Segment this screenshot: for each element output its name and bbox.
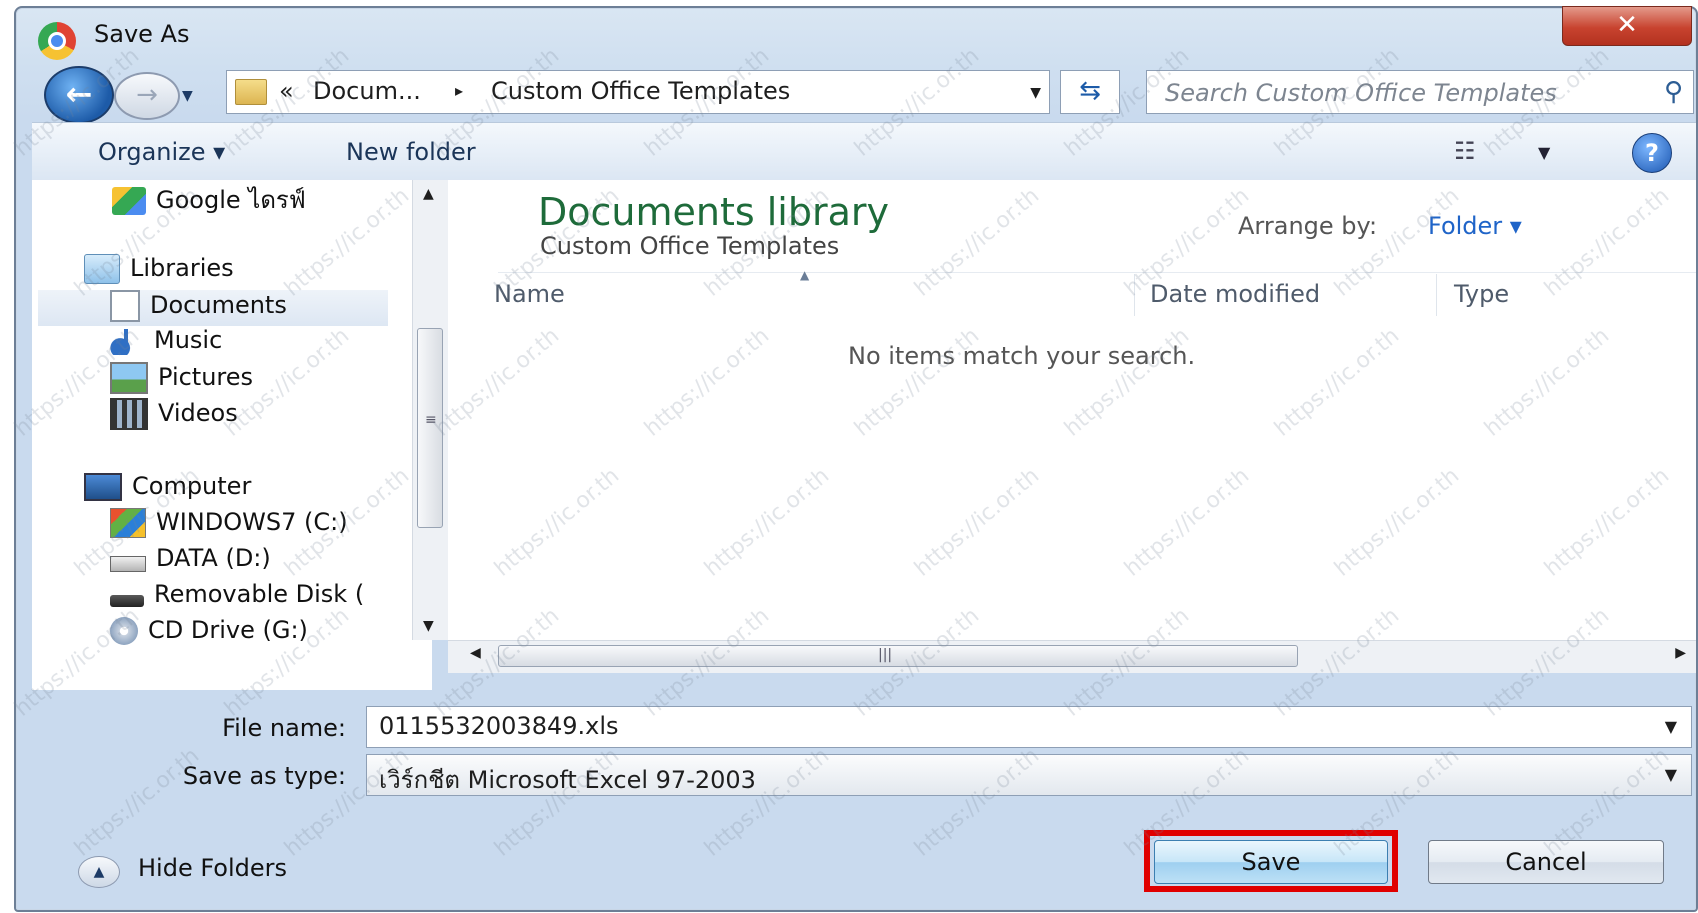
hide-folders-button[interactable]: Hide Folders	[138, 854, 287, 882]
breadcrumb-custom-office-templates[interactable]: Custom Office Templates	[491, 77, 790, 105]
column-header-divider	[498, 272, 1696, 273]
organize-menu-button[interactable]: Organize ▾	[98, 138, 225, 166]
arrow-left-icon: ←	[65, 75, 93, 113]
tree-item-removable-disk[interactable]: Removable Disk (	[110, 580, 364, 616]
tree-item-libraries[interactable]: Libraries	[84, 254, 234, 290]
tree-item-documents[interactable]: Documents	[38, 290, 388, 326]
arrange-by-label: Arrange by:	[1238, 212, 1378, 240]
sort-ascending-icon: ▲	[800, 268, 810, 282]
library-subtitle: Custom Office Templates	[540, 232, 840, 260]
close-button[interactable]: ✕	[1562, 6, 1692, 46]
videos-icon	[110, 398, 148, 430]
scrollbar-thumb[interactable]	[417, 328, 443, 528]
tree-item-label: Libraries	[130, 254, 234, 282]
file-name-dropdown-icon[interactable]: ▼	[1665, 717, 1677, 736]
windows-drive-icon	[110, 508, 146, 538]
save-as-type-select[interactable]: เวิร์กชีต Microsoft Excel 97-2003 ▼	[366, 754, 1692, 796]
tree-item-label: DATA (D:)	[156, 544, 271, 572]
tree-item-data-d[interactable]: DATA (D:)	[110, 544, 271, 580]
tree-item-label: Pictures	[158, 363, 254, 391]
column-divider[interactable]	[1134, 274, 1135, 316]
help-icon[interactable]: ?	[1632, 133, 1672, 173]
tree-item-pictures[interactable]: Pictures	[110, 362, 253, 398]
navigation-pane: Google ไดรฟ์ Libraries Documents Music P…	[32, 180, 432, 690]
breadcrumb-documents[interactable]: Docum...	[313, 77, 421, 105]
horizontal-grip-icon: |||	[878, 647, 893, 663]
view-options-icon[interactable]: ☷	[1454, 137, 1476, 165]
refresh-button[interactable]: ⇆	[1060, 70, 1120, 114]
cd-drive-icon	[110, 617, 138, 645]
search-icon[interactable]: ⚲	[1664, 77, 1683, 107]
arrow-right-icon: →	[136, 80, 158, 110]
computer-icon	[84, 473, 122, 501]
removable-disk-icon	[110, 595, 144, 607]
search-placeholder: Search Custom Office Templates	[1165, 79, 1557, 107]
command-toolbar: Organize ▾ New folder ☷ ▼ ?	[32, 122, 1696, 182]
documents-icon	[110, 290, 140, 322]
libraries-icon	[84, 254, 120, 284]
column-header-name[interactable]: Name	[494, 280, 565, 308]
arrange-by-dropdown[interactable]: Folder ▾	[1428, 212, 1522, 240]
save-button-highlight	[1144, 830, 1398, 892]
file-name-value: 0115532003849.xls	[379, 712, 619, 740]
scroll-right-icon[interactable]: ▶	[1675, 645, 1686, 661]
address-bar[interactable]: « Docum... ▸ Custom Office Templates ▼	[226, 70, 1050, 114]
tree-item-windows7-c[interactable]: WINDOWS7 (C:)	[110, 508, 348, 544]
save-as-dialog: Save As ✕ ← → ▼ « Docum... ▸ Custom Offi…	[14, 6, 1698, 912]
chrome-icon	[38, 22, 76, 60]
forward-button[interactable]: →	[114, 72, 180, 120]
horizontal-scrollbar-thumb[interactable]	[498, 645, 1298, 667]
tree-item-label: Music	[154, 326, 223, 354]
breadcrumb-separator-icon[interactable]: ▸	[455, 81, 463, 100]
recent-locations-dropdown[interactable]: ▼	[182, 88, 193, 104]
refresh-icon: ⇆	[1079, 76, 1101, 106]
tree-item-label: Removable Disk (	[154, 580, 365, 608]
folder-icon	[235, 79, 267, 105]
tree-item-cd-drive[interactable]: CD Drive (G:)	[110, 616, 308, 652]
new-folder-button[interactable]: New folder	[346, 138, 476, 166]
view-dropdown-icon[interactable]: ▼	[1538, 143, 1550, 162]
column-divider[interactable]	[1436, 274, 1437, 316]
tree-item-label: WINDOWS7 (C:)	[156, 508, 348, 536]
window-title: Save As	[94, 20, 190, 48]
hide-folders-icon[interactable]: ▲	[78, 856, 120, 888]
tree-item-computer[interactable]: Computer	[84, 472, 251, 508]
tree-item-videos[interactable]: Videos	[110, 398, 238, 434]
scroll-down-icon[interactable]: ▼	[423, 618, 434, 634]
hard-drive-icon	[110, 556, 146, 572]
tree-item-label: Documents	[150, 291, 287, 319]
scroll-left-icon[interactable]: ◀	[470, 645, 481, 661]
tree-item-label: Videos	[158, 399, 238, 427]
file-name-label: File name:	[222, 714, 346, 742]
empty-list-message: No items match your search.	[848, 342, 1196, 370]
save-as-type-label: Save as type:	[182, 762, 346, 790]
address-dropdown-icon[interactable]: ▼	[1030, 85, 1041, 101]
file-list-pane: Documents library Custom Office Template…	[448, 180, 1696, 640]
music-icon	[110, 327, 144, 355]
navigation-scrollbar[interactable]: ▲ ≡ ▼	[412, 180, 449, 640]
column-header-date-modified[interactable]: Date modified	[1150, 280, 1320, 308]
scrollbar-grip-icon: ≡	[425, 412, 437, 428]
tree-item-google-drive[interactable]: Google ไดรฟ์	[112, 180, 306, 216]
title-bar: Save As ✕	[16, 6, 1696, 60]
column-header-type[interactable]: Type	[1454, 280, 1509, 308]
search-input[interactable]: Search Custom Office Templates ⚲	[1146, 70, 1694, 114]
scroll-up-icon[interactable]: ▲	[423, 186, 434, 202]
tree-item-label: Google ไดรฟ์	[156, 186, 306, 214]
save-as-type-dropdown-icon[interactable]: ▼	[1665, 765, 1677, 784]
pictures-icon	[110, 362, 148, 394]
google-drive-icon	[112, 187, 146, 215]
back-button[interactable]: ←	[44, 66, 114, 124]
library-title: Documents library	[538, 190, 889, 234]
cancel-button[interactable]: Cancel	[1428, 840, 1664, 884]
horizontal-scrollbar[interactable]: ◀ ||| ▶	[448, 640, 1696, 673]
file-name-field[interactable]: 0115532003849.xls ▼	[366, 706, 1692, 748]
tree-item-label: CD Drive (G:)	[148, 616, 308, 644]
save-as-type-value: เวิร์กชีต Microsoft Excel 97-2003	[379, 766, 756, 794]
address-overflow-chevron[interactable]: «	[279, 77, 294, 105]
tree-item-label: Computer	[132, 472, 252, 500]
tree-item-music[interactable]: Music	[110, 326, 222, 362]
